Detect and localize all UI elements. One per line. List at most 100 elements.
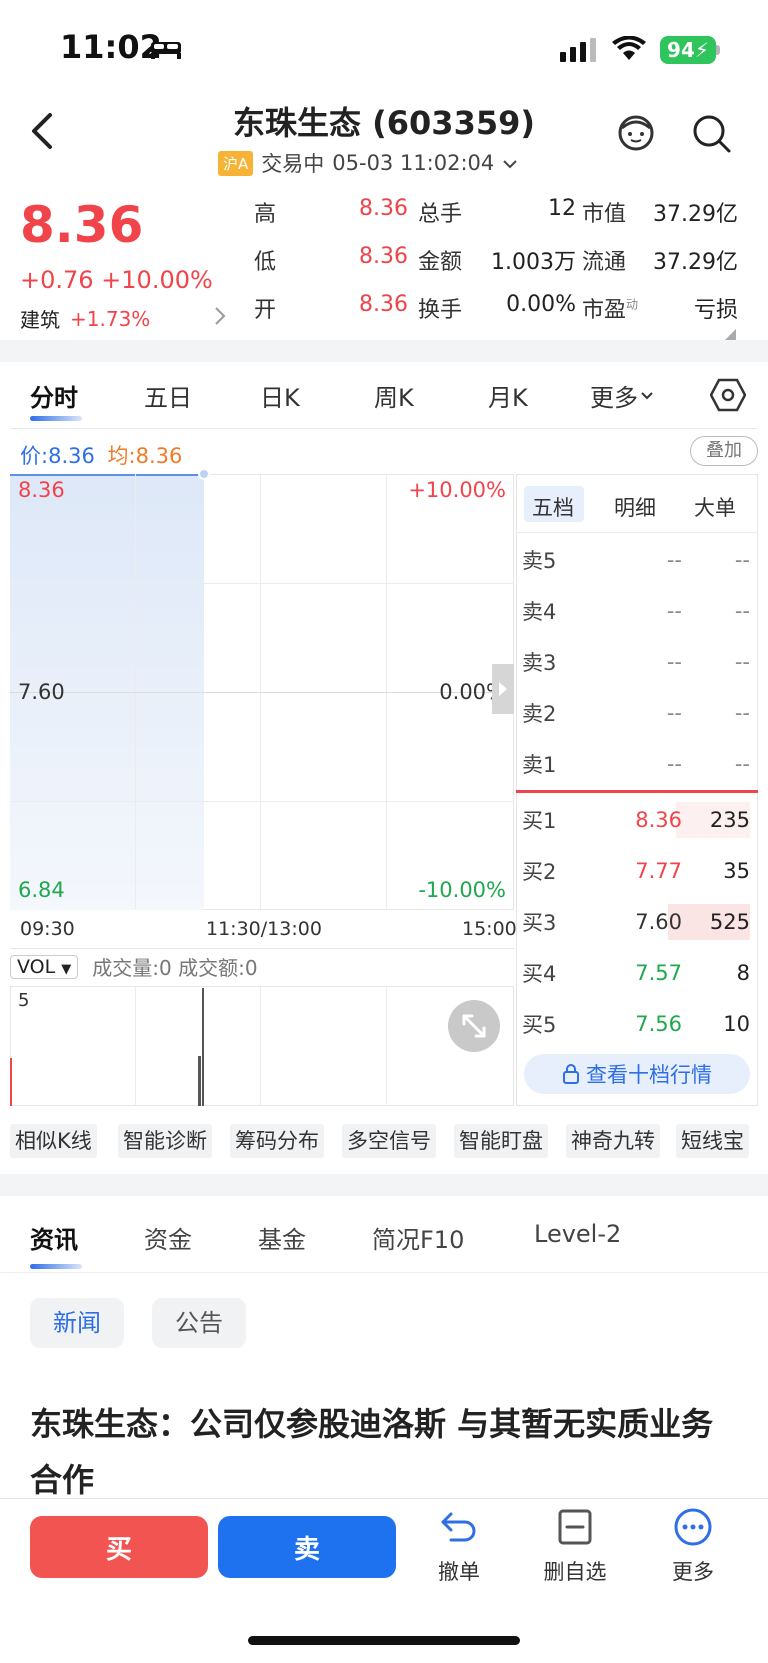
chevron-right-icon[interactable] <box>214 306 226 332</box>
volume-bar <box>202 988 204 1106</box>
tab-funds[interactable]: 基金 <box>258 1220 306 1255</box>
bid-row-3: 买3 7.60 525 <box>522 902 750 942</box>
remove-watchlist-button[interactable]: 删自选 <box>530 1508 620 1586</box>
y-low-label: 6.84 <box>18 878 65 902</box>
volume-bar <box>10 1058 12 1106</box>
grid-line <box>260 986 261 1106</box>
fullscreen-button[interactable] <box>448 1000 500 1052</box>
grid-line <box>10 583 514 584</box>
sell-button[interactable]: 卖 <box>218 1516 396 1578</box>
battery-cap <box>716 45 720 55</box>
tool-bull-bear-signal[interactable]: 多空信号 <box>342 1124 436 1158</box>
home-indicator <box>248 1636 520 1645</box>
wifi-icon <box>612 35 646 66</box>
tool-smart-watch[interactable]: 智能盯盘 <box>454 1124 548 1158</box>
tab-weekly-k[interactable]: 周K <box>374 378 414 413</box>
high-value: 8.36 <box>359 196 408 221</box>
low-label: 低 <box>254 250 277 275</box>
orderbook-toggle-handle[interactable] <box>492 664 514 714</box>
ask-volume: -- <box>734 650 750 674</box>
pct-high-label: +10.00% <box>408 478 506 502</box>
caret-down-icon: ▼ <box>61 961 72 977</box>
ask-price: -- <box>666 599 682 623</box>
volume-chart[interactable] <box>10 986 514 1106</box>
turnover-value: 0.00% <box>506 292 576 317</box>
tab-news-info[interactable]: 资讯 <box>30 1220 78 1255</box>
open-label: 开 <box>254 298 277 323</box>
ask-price: -- <box>666 548 682 572</box>
float-cap-label: 流通 <box>582 250 627 275</box>
ask-price: -- <box>666 701 682 725</box>
tab-more[interactable]: 更多 <box>590 378 654 413</box>
tool-similar-k[interactable]: 相似K线 <box>10 1124 97 1158</box>
grid-line <box>135 986 136 1106</box>
market-cap-label: 市值 <box>582 202 627 227</box>
buy-button[interactable]: 买 <box>30 1516 208 1578</box>
volume-summary: 成交量:0 成交额:0 <box>92 956 258 980</box>
tab-f10[interactable]: 简况F10 <box>372 1220 464 1255</box>
tool-magic-nine[interactable]: 神奇九转 <box>566 1124 660 1158</box>
remove-watchlist-icon <box>558 1509 592 1545</box>
tool-smart-diagnosis[interactable]: 智能诊断 <box>118 1124 212 1158</box>
ask-volume: -- <box>734 752 750 776</box>
tool-chip-distribution[interactable]: 筹码分布 <box>230 1124 324 1158</box>
tab-active-indicator <box>30 416 82 421</box>
tab-trade-details[interactable]: 明细 <box>614 492 656 522</box>
pct-low-label: -10.00% <box>418 878 506 902</box>
filter-news[interactable]: 新闻 <box>30 1298 124 1348</box>
volume-indicator-select[interactable]: VOL ▼ <box>10 954 79 979</box>
ask-row-3: 卖3 -- -- <box>522 642 750 682</box>
bid-volume: 8 <box>736 961 750 985</box>
sector-link[interactable]: 建筑 +1.73% <box>20 304 150 333</box>
tab-five-levels[interactable]: 五档 <box>532 492 574 522</box>
ask-volume: -- <box>734 548 750 572</box>
section-divider <box>0 1174 768 1196</box>
remove-watchlist-label: 删自选 <box>543 1560 607 1584</box>
last-price-dot <box>198 468 210 480</box>
amount-label: 金额 <box>418 250 463 275</box>
trade-status-row[interactable]: 沪A 交易中 05-03 11:02:04 <box>218 148 518 178</box>
time-label-close: 15:00 <box>462 918 517 940</box>
ask-row-4: 卖4 -- -- <box>522 591 750 631</box>
ask-label: 卖1 <box>522 753 557 777</box>
tabs-divider <box>0 1272 768 1273</box>
tool-short-term[interactable]: 短线宝 <box>676 1124 749 1158</box>
float-cap-value: 37.29亿 <box>653 250 738 275</box>
price-readout-value: 8.36 <box>48 444 95 468</box>
ask-price: -- <box>666 752 682 776</box>
bid-volume: 235 <box>709 808 750 832</box>
ask-label: 卖2 <box>522 702 557 726</box>
lock-icon <box>563 1064 579 1084</box>
open-value: 8.36 <box>359 292 408 317</box>
settings-hexagon-icon[interactable] <box>709 378 747 416</box>
filter-announcements[interactable]: 公告 <box>152 1298 246 1348</box>
ask-price: -- <box>666 650 682 674</box>
sleep-focus-icon <box>150 38 182 64</box>
search-icon[interactable] <box>692 114 732 158</box>
bid-label: 买1 <box>522 809 557 833</box>
assistant-mascot-icon[interactable] <box>616 112 656 156</box>
tab-level2[interactable]: Level-2 <box>534 1220 621 1248</box>
tab-five-day[interactable]: 五日 <box>144 378 192 413</box>
price-line <box>10 474 204 476</box>
tab-large-orders[interactable]: 大单 <box>694 492 736 522</box>
status-time: 11:02 <box>60 28 162 66</box>
ask-row-5: 卖5 -- -- <box>522 540 750 580</box>
view-ten-levels-button[interactable]: 查看十档行情 <box>524 1054 750 1094</box>
news-headline[interactable]: 东珠生态：公司仅参股迪洛斯 与其暂无实质业务合作 <box>30 1396 730 1508</box>
price-readout-label: 价: <box>20 444 49 468</box>
grid-line <box>386 986 387 1106</box>
cancel-order-button[interactable]: 撤单 <box>414 1508 504 1586</box>
tab-monthly-k[interactable]: 月K <box>488 378 528 413</box>
time-label-noon: 11:30/13:00 <box>206 918 322 940</box>
overlay-button[interactable]: 叠加 <box>690 436 758 466</box>
more-button[interactable]: 更多 <box>648 1508 738 1586</box>
bid-price: 7.60 <box>635 910 682 934</box>
view-ten-levels-label: 查看十档行情 <box>586 1063 712 1087</box>
tab-intraday[interactable]: 分时 <box>30 378 78 413</box>
bid-row-1: 买1 8.36 235 <box>522 800 750 840</box>
tab-capital[interactable]: 资金 <box>144 1220 192 1255</box>
market-badge: 沪A <box>218 150 254 176</box>
tab-active-indicator <box>30 1264 82 1269</box>
tab-daily-k[interactable]: 日K <box>260 378 300 413</box>
